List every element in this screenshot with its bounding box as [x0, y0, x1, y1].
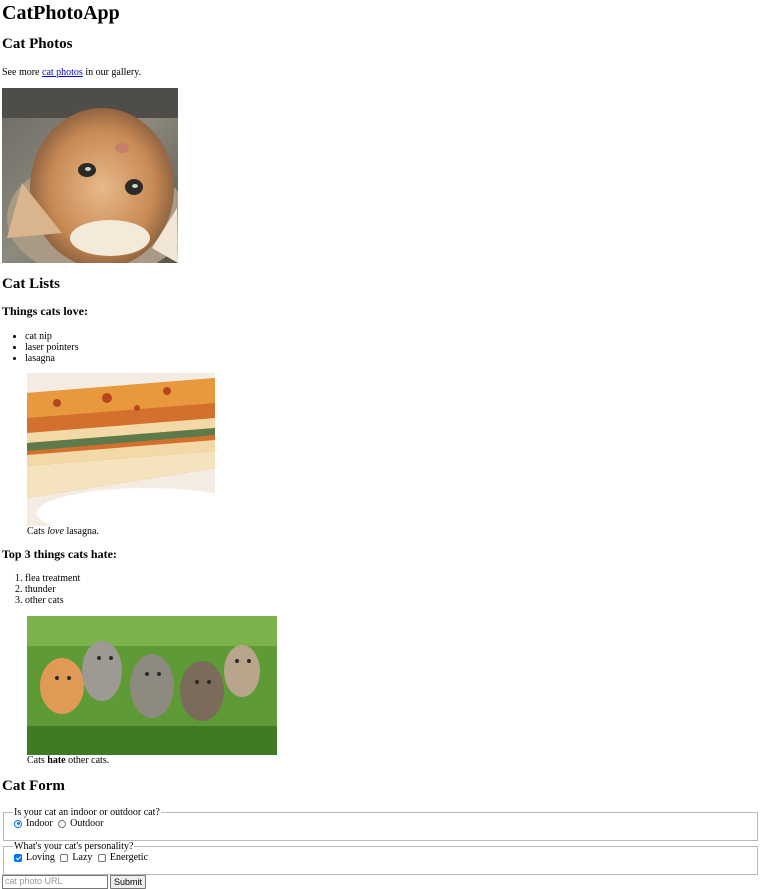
lazy-checkbox[interactable] — [60, 853, 69, 862]
outdoor-radio[interactable] — [58, 819, 67, 828]
indoor-radio[interactable] — [14, 819, 22, 828]
kitten-photo-link[interactable] — [2, 88, 178, 263]
loving-option[interactable]: Loving — [14, 852, 55, 863]
kittens-photo — [27, 616, 277, 755]
list-item: flea treatment — [25, 573, 80, 584]
cat-lists-heading: Cat Lists — [2, 276, 60, 292]
love-list-heading: Things cats love: — [2, 304, 89, 318]
list-item: other cats — [25, 595, 80, 606]
location-fieldset: Is your cat an indoor or outdoor cat? In… — [3, 807, 758, 841]
hate-list: flea treatment thunder other cats — [0, 573, 80, 606]
lazy-option[interactable]: Lazy — [60, 852, 92, 863]
gallery-text: See more cat photos in our gallery. — [2, 67, 142, 78]
hate-list-heading: Top 3 things cats hate: — [2, 547, 117, 561]
list-item: thunder — [25, 584, 80, 595]
list-item: laser pointers — [25, 342, 79, 353]
energetic-option[interactable]: Energetic — [97, 852, 148, 863]
outdoor-option[interactable]: Outdoor — [58, 818, 104, 829]
app-title: CatPhotoApp — [2, 2, 120, 24]
cat-photos-link[interactable]: cat photos — [42, 67, 83, 78]
kittens-caption: Cats hate other cats. — [27, 755, 110, 766]
personality-fieldset: What's your cat's personality? Loving La… — [3, 841, 758, 875]
list-item: lasagna — [25, 353, 79, 364]
personality-legend: What's your cat's personality? — [14, 841, 134, 852]
list-item: cat nip — [25, 331, 79, 342]
lasagna-caption: Cats love lasagna. — [27, 526, 99, 537]
indoor-option[interactable]: Indoor — [14, 818, 53, 829]
cat-form-heading: Cat Form — [2, 778, 65, 794]
energetic-checkbox[interactable] — [97, 853, 106, 862]
kitten-photo — [2, 88, 178, 263]
love-list: cat nip laser pointers lasagna — [0, 331, 79, 364]
loving-checkbox[interactable] — [14, 853, 22, 862]
location-legend: Is your cat an indoor or outdoor cat? — [14, 807, 160, 818]
cat-photos-heading: Cat Photos — [2, 36, 73, 52]
lasagna-photo — [27, 373, 215, 526]
